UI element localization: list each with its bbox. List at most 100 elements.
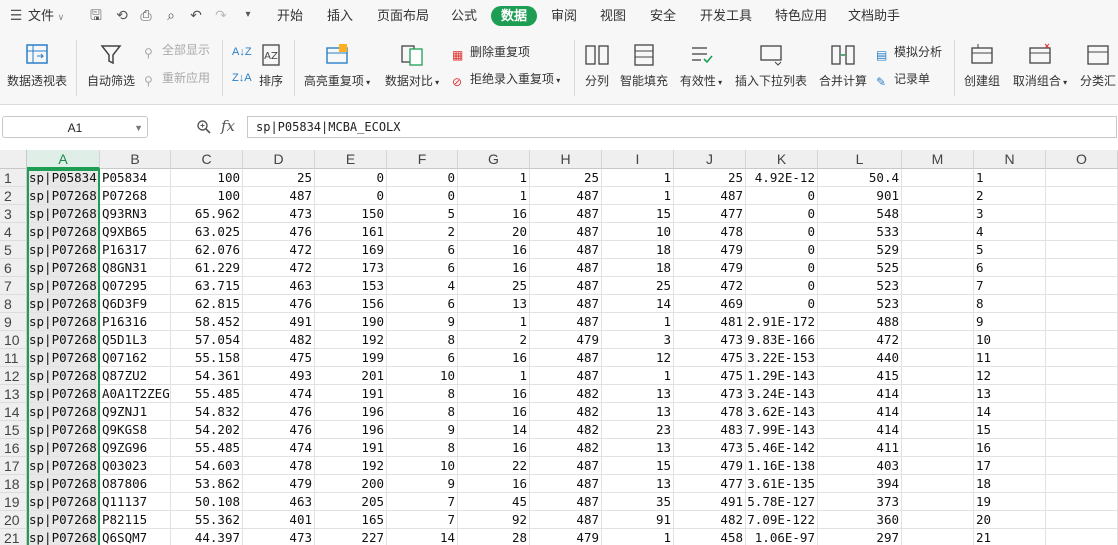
cell-e2[interactable]: 0 (315, 187, 387, 205)
cell-f20[interactable]: 7 (387, 511, 458, 529)
cell-h8[interactable]: 487 (530, 295, 602, 313)
cell-o19[interactable] (1046, 493, 1118, 511)
column-header-o[interactable]: O (1046, 150, 1118, 169)
record-form-button[interactable]: ✎ 记录单 (876, 69, 930, 89)
row-header[interactable]: 4 (0, 223, 27, 241)
cell-h12[interactable]: 487 (530, 367, 602, 385)
cell-o7[interactable] (1046, 277, 1118, 295)
cell-a10[interactable]: sp|P07268 (27, 331, 100, 349)
cell-a15[interactable]: sp|P07268 (27, 421, 100, 439)
cell-m5[interactable] (902, 241, 974, 259)
cell-n4[interactable]: 4 (974, 223, 1046, 241)
cell-o5[interactable] (1046, 241, 1118, 259)
cell-b10[interactable]: Q5D1L3 (100, 331, 171, 349)
cell-c9[interactable]: 58.452 (171, 313, 243, 331)
cell-i5[interactable]: 18 (602, 241, 674, 259)
cell-l12[interactable]: 415 (818, 367, 902, 385)
cell-a3[interactable]: sp|P07268 (27, 205, 100, 223)
cell-e20[interactable]: 165 (315, 511, 387, 529)
cell-b14[interactable]: Q9ZNJ1 (100, 403, 171, 421)
cell-d5[interactable]: 472 (243, 241, 315, 259)
cell-m12[interactable] (902, 367, 974, 385)
name-box[interactable]: A1 ▼ (2, 116, 148, 138)
cell-o13[interactable] (1046, 385, 1118, 403)
cell-l2[interactable]: 901 (818, 187, 902, 205)
cell-o2[interactable] (1046, 187, 1118, 205)
cell-f12[interactable]: 10 (387, 367, 458, 385)
cell-g18[interactable]: 16 (458, 475, 530, 493)
cell-k3[interactable]: 0 (746, 205, 818, 223)
cell-g17[interactable]: 22 (458, 457, 530, 475)
row-header[interactable]: 19 (0, 493, 27, 511)
cell-m18[interactable] (902, 475, 974, 493)
row-header[interactable]: 21 (0, 529, 27, 545)
tab-review[interactable]: 审阅 (551, 7, 577, 25)
cell-b5[interactable]: P16317 (100, 241, 171, 259)
cell-k5[interactable]: 0 (746, 241, 818, 259)
cell-d7[interactable]: 463 (243, 277, 315, 295)
row-header[interactable]: 5 (0, 241, 27, 259)
cell-e15[interactable]: 196 (315, 421, 387, 439)
cell-h21[interactable]: 479 (530, 529, 602, 545)
cell-c21[interactable]: 44.397 (171, 529, 243, 545)
cell-d9[interactable]: 491 (243, 313, 315, 331)
cell-d6[interactable]: 472 (243, 259, 315, 277)
create-group-button[interactable]: 创建组 (962, 42, 1002, 89)
subtotal-button[interactable]: 分类汇 (1080, 42, 1118, 89)
sort-descending-button[interactable]: Z↓A (232, 68, 252, 88)
cell-i16[interactable]: 13 (602, 439, 674, 457)
cell-f18[interactable]: 9 (387, 475, 458, 493)
cell-d18[interactable]: 479 (243, 475, 315, 493)
cell-j8[interactable]: 469 (674, 295, 746, 313)
cell-g8[interactable]: 13 (458, 295, 530, 313)
cell-a18[interactable]: sp|P07268 (27, 475, 100, 493)
cell-l7[interactable]: 523 (818, 277, 902, 295)
cell-o18[interactable] (1046, 475, 1118, 493)
cell-l5[interactable]: 529 (818, 241, 902, 259)
sort-button[interactable]: AZ 排序 (256, 42, 286, 89)
cell-g12[interactable]: 1 (458, 367, 530, 385)
cell-n3[interactable]: 3 (974, 205, 1046, 223)
cell-g10[interactable]: 2 (458, 331, 530, 349)
cell-f8[interactable]: 6 (387, 295, 458, 313)
cell-d11[interactable]: 475 (243, 349, 315, 367)
cell-d3[interactable]: 473 (243, 205, 315, 223)
cell-k6[interactable]: 0 (746, 259, 818, 277)
tab-insert[interactable]: 插入 (327, 7, 353, 25)
cell-m14[interactable] (902, 403, 974, 421)
cell-d1[interactable]: 25 (243, 169, 315, 187)
cell-o15[interactable] (1046, 421, 1118, 439)
cell-m21[interactable] (902, 529, 974, 545)
cell-h14[interactable]: 482 (530, 403, 602, 421)
cell-f19[interactable]: 7 (387, 493, 458, 511)
cell-f11[interactable]: 6 (387, 349, 458, 367)
cell-f7[interactable]: 4 (387, 277, 458, 295)
tab-developer[interactable]: 开发工具 (700, 7, 752, 25)
show-all-button[interactable]: ⚲ 全部显示 (144, 40, 210, 60)
cell-o21[interactable] (1046, 529, 1118, 545)
cell-c3[interactable]: 65.962 (171, 205, 243, 223)
cell-o6[interactable] (1046, 259, 1118, 277)
cell-e5[interactable]: 169 (315, 241, 387, 259)
pivot-table-button[interactable]: 数据透视表 (6, 42, 68, 89)
column-header-m[interactable]: M (902, 150, 974, 169)
cell-l15[interactable]: 414 (818, 421, 902, 439)
column-header-c[interactable]: C (171, 150, 243, 169)
cell-c18[interactable]: 53.862 (171, 475, 243, 493)
cell-f21[interactable]: 14 (387, 529, 458, 545)
tab-doc-assistant[interactable]: 文档助手 (848, 7, 900, 25)
cell-d21[interactable]: 473 (243, 529, 315, 545)
cell-m16[interactable] (902, 439, 974, 457)
redo-icon[interactable]: ↷ (213, 7, 229, 23)
cell-h11[interactable]: 487 (530, 349, 602, 367)
cell-d10[interactable]: 482 (243, 331, 315, 349)
column-header-g[interactable]: G (458, 150, 530, 169)
cell-e4[interactable]: 161 (315, 223, 387, 241)
cell-i9[interactable]: 1 (602, 313, 674, 331)
row-header[interactable]: 10 (0, 331, 27, 349)
cell-n20[interactable]: 20 (974, 511, 1046, 529)
cell-h6[interactable]: 487 (530, 259, 602, 277)
cell-n13[interactable]: 13 (974, 385, 1046, 403)
row-header[interactable]: 16 (0, 439, 27, 457)
cell-d4[interactable]: 476 (243, 223, 315, 241)
